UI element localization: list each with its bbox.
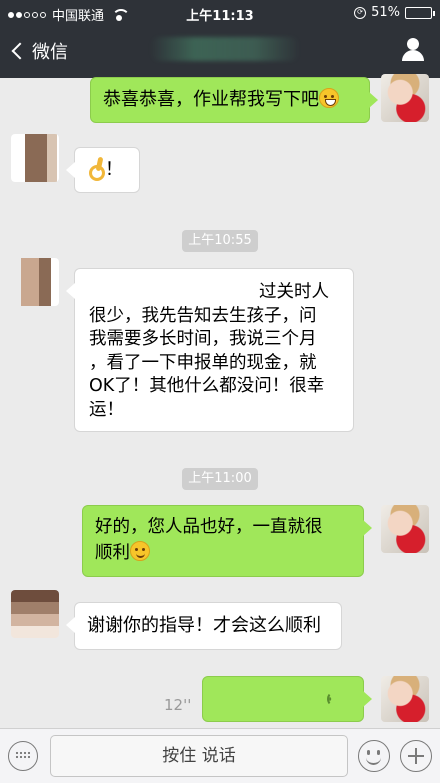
voice-duration: 12'' — [164, 696, 192, 714]
more-options-button[interactable] — [400, 740, 432, 772]
hold-to-talk-button[interactable]: 按住 说话 — [50, 735, 348, 777]
contact-name-obscured — [150, 37, 300, 61]
message-text: ！ — [105, 159, 123, 180]
message-bubble-sent[interactable]: 恭喜恭喜，作业帮我写下吧 — [90, 77, 378, 123]
keyboard-toggle-button[interactable] — [8, 741, 38, 771]
message-line: 顺利 — [95, 543, 130, 563]
back-label: 微信 — [32, 42, 68, 63]
status-bar: 中国联通 上午11:13 ⟳ 51% — [0, 0, 440, 26]
message-bubble-sent[interactable]: 好的，您人品也好，一直就很 顺利 — [82, 505, 372, 577]
message-line: OK了！其他什么都没问！很幸 — [89, 376, 325, 396]
message-line: 好的，您人品也好，一直就很 — [95, 517, 323, 537]
message-line: 运！ — [89, 399, 124, 420]
status-right: ⟳ 51% — [354, 5, 435, 20]
ok-hand-emoji-icon — [87, 157, 105, 181]
chevron-left-icon — [11, 42, 29, 60]
voice-wave-icon — [327, 690, 345, 708]
contact-avatar[interactable] — [11, 590, 59, 638]
voice-message-bubble[interactable] — [202, 676, 372, 722]
top-bar: 中国联通 上午11:13 ⟳ 51% 微信 — [0, 0, 440, 78]
battery-icon — [405, 6, 435, 19]
message-line-wrap: 顺利 — [95, 540, 351, 566]
keyboard-icon — [15, 751, 30, 760]
input-bar: 按住 说话 — [0, 728, 440, 783]
battery-percent: 51% — [371, 5, 400, 20]
my-avatar[interactable] — [381, 74, 429, 122]
my-avatar[interactable] — [381, 676, 429, 722]
emoji-button[interactable] — [358, 740, 390, 772]
grin-emoji-icon — [319, 88, 339, 108]
timestamp: 上午10:55 — [182, 230, 258, 252]
message-text: 谢谢你的指导！才会这么顺利 — [87, 615, 321, 636]
message-line: ，看了一下申报单的现金，就 — [89, 352, 317, 373]
message-bubble-received[interactable]: 谢谢你的指导！才会这么顺利 — [66, 602, 342, 650]
rotation-lock-icon: ⟳ — [354, 6, 367, 19]
contact-avatar[interactable] — [11, 134, 59, 182]
message-bubble-received[interactable]: 过关时人 很少，我先告知去生孩子，问 我需要多长时间，我说三个月 ，看了一下申报… — [66, 268, 354, 432]
message-line: 我需要多长时间，我说三个月 — [89, 329, 317, 349]
message-text: 恭喜恭喜，作业帮我写下吧 — [103, 89, 319, 110]
my-avatar[interactable] — [381, 505, 429, 553]
contact-info-icon[interactable] — [402, 38, 424, 62]
smile-emoji-icon — [130, 541, 150, 561]
contact-avatar[interactable] — [11, 258, 59, 306]
back-button[interactable]: 微信 — [10, 38, 68, 64]
message-line: 过关时人 — [259, 282, 329, 302]
message-bubble-received[interactable]: ！ — [66, 147, 140, 193]
timestamp: 上午11:00 — [182, 468, 258, 490]
message-line: 很少，我先告知去生孩子，问 — [89, 305, 317, 326]
nav-bar: 微信 — [0, 26, 440, 78]
